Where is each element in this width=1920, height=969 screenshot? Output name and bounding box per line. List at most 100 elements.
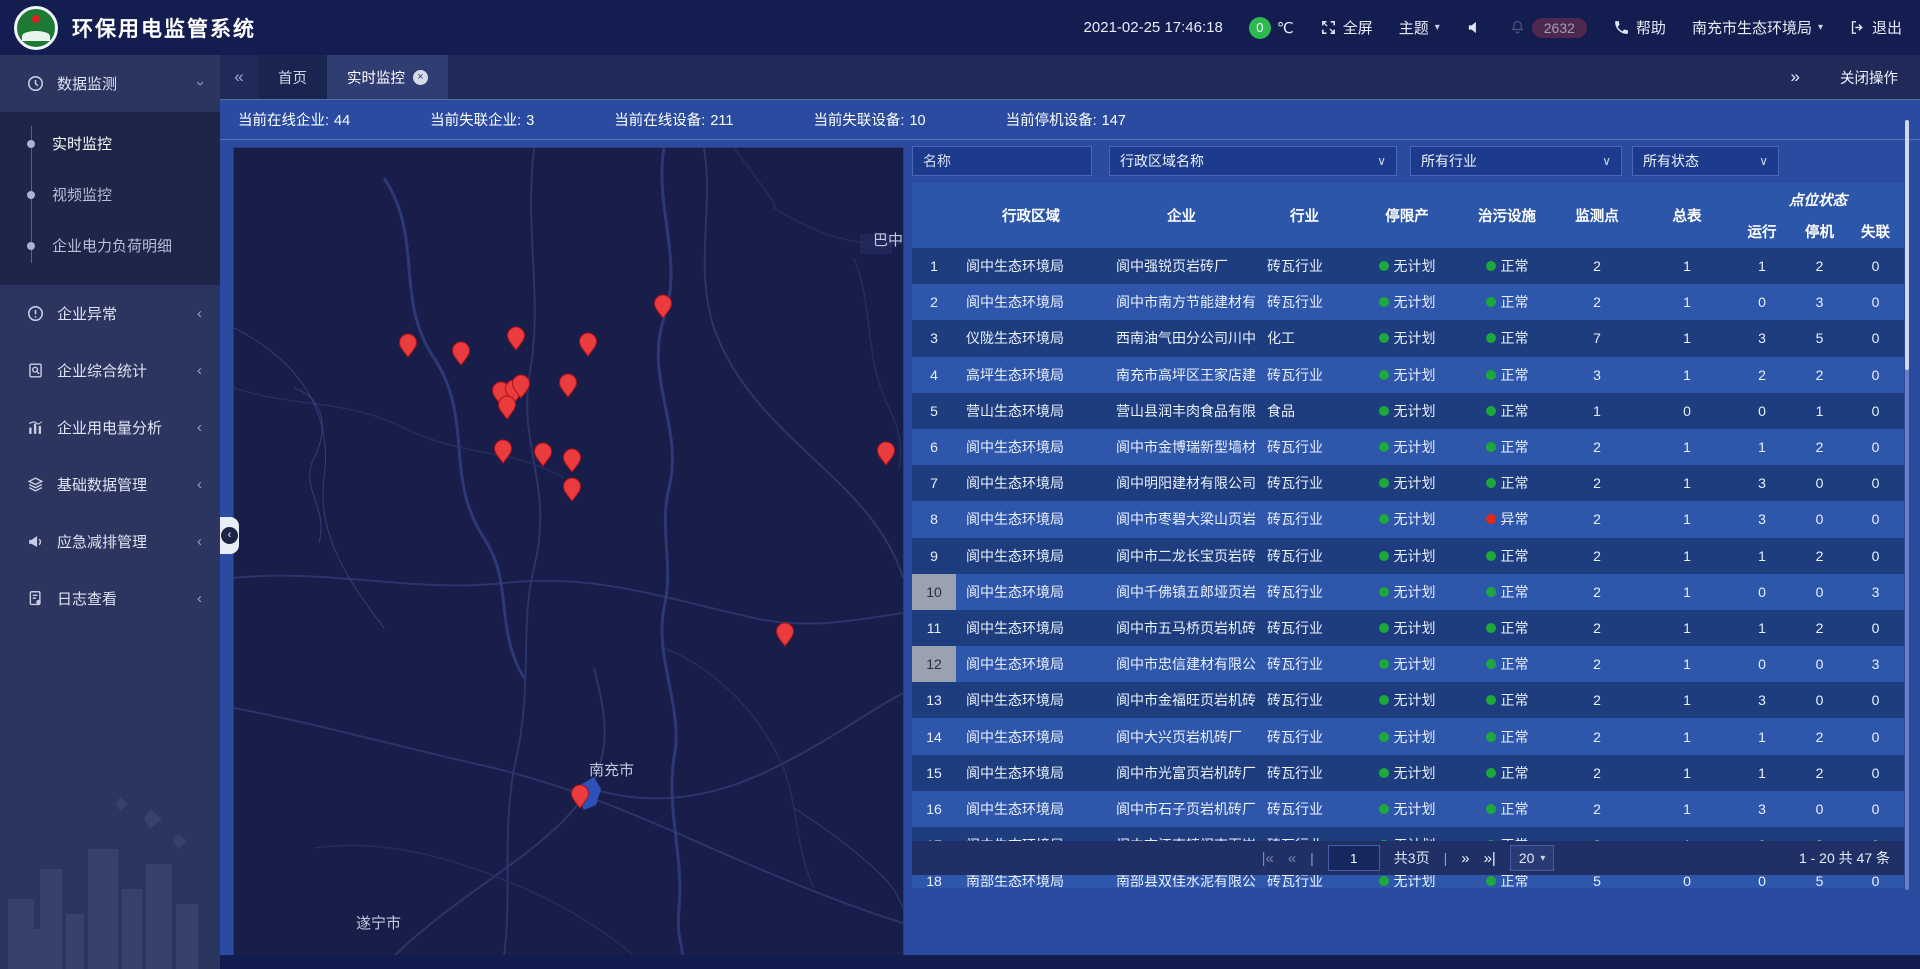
tabs-scroll-right-button[interactable]: » [1791, 67, 1800, 87]
sidebar-group-日志查看[interactable]: 日志查看‹ [0, 570, 220, 627]
cell-region: 营山生态环境局 [956, 393, 1106, 429]
help-button[interactable]: 帮助 [1613, 17, 1666, 38]
sidebar-collapse-handle[interactable]: ‹ [220, 517, 239, 554]
map-pin[interactable] [495, 440, 512, 463]
theme-dropdown[interactable]: 主题 ▾ [1399, 17, 1440, 38]
table-row[interactable]: 3仪陇生态环境局西南油气田分公司川中化工无计划正常71350 [912, 320, 1904, 356]
cell-points: 2 [1552, 574, 1642, 610]
map-pin[interactable] [535, 443, 552, 466]
map-pin[interactable] [777, 623, 794, 646]
table-row[interactable]: 4高坪生态环境局南充市高坪区王家店建砖瓦行业无计划正常31220 [912, 357, 1904, 393]
sidebar-group-数据监测[interactable]: 数据监测‹ [0, 55, 220, 112]
name-filter-input[interactable] [912, 146, 1092, 176]
page-size-select[interactable]: 20 ▾ [1510, 845, 1555, 871]
map-pin[interactable] [499, 396, 516, 419]
table-row[interactable]: 2阆中生态环境局阆中市南方节能建材有砖瓦行业无计划正常21030 [912, 284, 1904, 320]
cell-lost: 0 [1847, 682, 1904, 718]
map-pin[interactable] [878, 442, 895, 465]
sidebar-group-企业用电量分析[interactable]: 企业用电量分析‹ [0, 399, 220, 456]
table-row[interactable]: 12阆中生态环境局阆中市忠信建材有限公砖瓦行业无计划正常21003 [912, 646, 1904, 682]
status-dot-green [1379, 333, 1389, 343]
cell-region: 阆中生态环境局 [956, 574, 1106, 610]
map-pin[interactable] [564, 449, 581, 472]
sidebar-item-企业电力负荷明细[interactable]: 企业电力负荷明细 [0, 220, 220, 271]
cell-index: 13 [912, 682, 956, 718]
scrollbar-thumb[interactable] [1905, 120, 1909, 370]
close-operations-button[interactable]: 关闭操作 [1840, 67, 1898, 88]
table-row[interactable]: 13阆中生态环境局阆中市金福旺页岩机砖砖瓦行业无计划正常21300 [912, 682, 1904, 718]
table-row[interactable]: 16阆中生态环境局阆中市石子页岩机砖厂砖瓦行业无计划正常21300 [912, 791, 1904, 827]
cell-facility: 正常 [1462, 538, 1552, 574]
cell-limit: 无计划 [1352, 718, 1462, 754]
table-row[interactable]: 15阆中生态环境局阆中市光富页岩机砖厂砖瓦行业无计划正常21120 [912, 755, 1904, 791]
table-row[interactable]: 1阆中生态环境局阆中强锐页岩砖厂砖瓦行业无计划正常21120 [912, 248, 1904, 284]
logout-button[interactable]: 退出 [1849, 17, 1902, 38]
status-dot-green [1486, 587, 1496, 597]
tab-首页[interactable]: 首页 [258, 55, 327, 99]
status-dot-green [1486, 478, 1496, 488]
next-page-button[interactable]: » [1461, 851, 1469, 866]
org-dropdown[interactable]: 南充市生态环境局 ▾ [1692, 17, 1823, 38]
mute-button[interactable] [1466, 19, 1483, 36]
table-row[interactable]: 9阆中生态环境局阆中市二龙长宝页岩砖砖瓦行业无计划正常21120 [912, 538, 1904, 574]
table-row[interactable]: 14阆中生态环境局阆中大兴页岩机砖厂砖瓦行业无计划正常21120 [912, 718, 1904, 754]
sidebar-group-应急减排管理[interactable]: 应急减排管理‹ [0, 513, 220, 570]
sidebar-item-实时监控[interactable]: 实时监控 [0, 118, 220, 169]
cell-points: 2 [1552, 791, 1642, 827]
map-city-label: 南充市 [589, 762, 634, 779]
cell-company: 阆中市五马桥页岩机砖 [1106, 610, 1257, 646]
tab-实时监控[interactable]: 实时监控× [327, 55, 448, 99]
sidebar-item-视频监控[interactable]: 视频监控 [0, 169, 220, 220]
panel-scrollbar[interactable] [1905, 120, 1909, 890]
cell-meter: 1 [1642, 646, 1732, 682]
table-row[interactable]: 6阆中生态环境局阆中市金博瑞新型墙材砖瓦行业无计划正常21120 [912, 429, 1904, 465]
last-page-button[interactable]: »| [1484, 851, 1496, 866]
sidebar-item-label: 企业电力负荷明细 [52, 235, 172, 256]
map-pin[interactable] [400, 334, 417, 357]
sidebar-group-企业异常[interactable]: 企业异常‹ [0, 285, 220, 342]
col-lost: 失联 [1847, 215, 1904, 248]
map-pin[interactable] [560, 374, 577, 397]
chevron-left-icon: ‹ [221, 527, 238, 544]
table-row[interactable]: 8阆中生态环境局阆中市枣碧大梁山页岩砖瓦行业无计划异常21300 [912, 501, 1904, 537]
first-page-button[interactable]: |« [1262, 851, 1274, 866]
cell-stop: 0 [1792, 646, 1847, 682]
phone-icon [1613, 19, 1630, 36]
cell-points: 2 [1552, 429, 1642, 465]
table-row[interactable]: 7阆中生态环境局阆中明阳建材有限公司砖瓦行业无计划正常21300 [912, 465, 1904, 501]
tabs-scroll-left-button[interactable]: « [220, 55, 258, 99]
cell-industry: 砖瓦行业 [1257, 357, 1352, 393]
cell-lost: 0 [1847, 465, 1904, 501]
status-dot-green [1379, 804, 1389, 814]
cell-meter: 1 [1642, 501, 1732, 537]
cell-lost: 0 [1847, 429, 1904, 465]
status-filter-select[interactable]: 所有状态 ∨ [1632, 146, 1779, 176]
page-number-input[interactable] [1328, 845, 1380, 871]
map-pin[interactable] [564, 478, 581, 501]
notification-count-badge: 2632 [1532, 18, 1587, 38]
cell-stop: 2 [1792, 429, 1847, 465]
table-row[interactable]: 5营山生态环境局营山县润丰肉食品有限食品无计划正常10010 [912, 393, 1904, 429]
sidebar-group-基础数据管理[interactable]: 基础数据管理‹ [0, 456, 220, 513]
cell-industry: 食品 [1257, 393, 1352, 429]
cell-run: 1 [1732, 429, 1792, 465]
fullscreen-button[interactable]: 全屏 [1320, 17, 1373, 38]
table-row[interactable]: 11阆中生态环境局阆中市五马桥页岩机砖砖瓦行业无计划正常21120 [912, 610, 1904, 646]
region-filter-select[interactable]: 行政区域名称 ∨ [1109, 146, 1397, 176]
header-right: 2021-02-25 17:46:18 0 ℃ 全屏 主题 ▾ [1084, 17, 1920, 39]
cell-stop: 2 [1792, 357, 1847, 393]
map-panel[interactable]: 巴中市南充市遂宁市 [233, 147, 904, 957]
industry-filter-select[interactable]: 所有行业 ∨ [1410, 146, 1622, 176]
map-pin[interactable] [580, 333, 597, 356]
prev-page-button[interactable]: « [1288, 851, 1296, 866]
status-dot-green [1379, 514, 1389, 524]
sidebar-group-企业综合统计[interactable]: 企业综合统计‹ [0, 342, 220, 399]
cell-facility: 正常 [1462, 357, 1552, 393]
map-pin[interactable] [655, 295, 672, 318]
status-dot-green [1379, 695, 1389, 705]
tab-close-icon[interactable]: × [413, 70, 428, 85]
map-pin[interactable] [508, 327, 525, 350]
table-row[interactable]: 10阆中生态环境局阆中千佛镇五郎垭页岩砖瓦行业无计划正常21003 [912, 574, 1904, 610]
notifications[interactable]: 2632 [1509, 18, 1587, 38]
map-pin[interactable] [453, 342, 470, 365]
